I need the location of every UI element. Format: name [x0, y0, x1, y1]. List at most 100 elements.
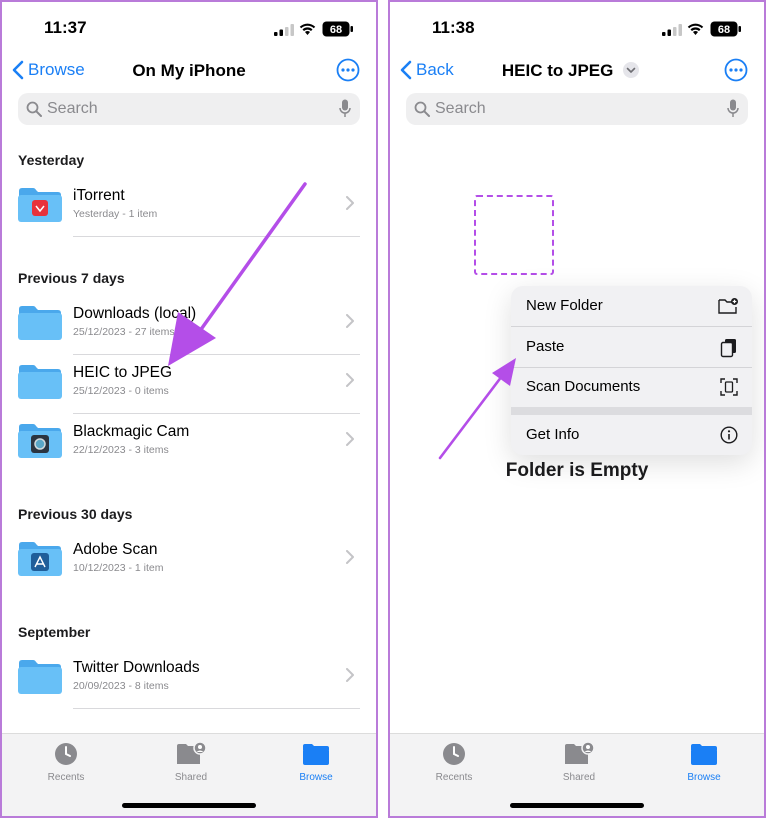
search-icon [414, 101, 430, 117]
page-title-text: HEIC to JPEG [501, 61, 614, 80]
tab-label: Shared [174, 772, 208, 783]
battery-icon: 68 [710, 21, 741, 37]
menu-item-new-folder[interactable]: New Folder [511, 286, 752, 326]
status-bar: 11:38 68 [390, 16, 764, 44]
page-title[interactable]: HEIC to JPEG [390, 61, 764, 81]
search-placeholder: Search [47, 100, 98, 117]
chevron-right-icon [346, 432, 354, 446]
folder-row-adobe-scan[interactable]: Adobe Scan 10/12/2023 - 1 item [2, 533, 376, 591]
wifi-icon [687, 23, 704, 35]
menu-item-label: New Folder [526, 297, 603, 314]
tab-label: Browse [299, 772, 333, 783]
folder-icon [17, 364, 63, 400]
folder-row-itorrent[interactable]: iTorrent Yesterday - 1 item [2, 179, 376, 237]
chevron-right-icon [346, 314, 354, 328]
folder-row-twitter-downloads[interactable]: Twitter Downloads 20/09/2023 - 8 items [2, 651, 376, 709]
folder-meta: 25/12/2023 - 27 items [73, 326, 175, 338]
menu-item-label: Paste [526, 338, 565, 355]
paste-icon [720, 339, 736, 358]
tab-shared[interactable]: Shared [151, 742, 231, 783]
folder-meta: 25/12/2023 - 0 items [73, 385, 169, 397]
long-press-area-highlight [474, 195, 554, 275]
microphone-icon[interactable] [727, 99, 739, 119]
home-indicator [510, 803, 644, 808]
status-time: 11:38 [432, 18, 475, 37]
wifi-icon [299, 23, 316, 35]
folder-meta: 10/12/2023 - 1 item [73, 562, 164, 574]
folder-meta: 20/09/2023 - 8 items [73, 680, 169, 692]
new-folder-icon [718, 298, 738, 314]
search-field[interactable]: Search [18, 93, 360, 125]
menu-group-separator [511, 407, 752, 415]
folder-row-heic-to-jpeg[interactable]: HEIC to JPEG 25/12/2023 - 0 items [2, 356, 376, 414]
folder-name: Blackmagic Cam [73, 423, 190, 440]
chevron-right-icon [346, 668, 354, 682]
navigation-bar: Back HEIC to JPEG [390, 58, 764, 86]
cellular-signal-icon [274, 24, 294, 36]
folder-icon [17, 423, 63, 459]
context-menu: New Folder Paste Scan Documents Get Info [511, 286, 752, 455]
row-divider [73, 413, 360, 414]
chevron-right-icon [346, 373, 354, 387]
more-options-icon[interactable] [724, 58, 748, 82]
row-divider [73, 708, 360, 709]
scan-documents-icon [720, 378, 738, 396]
menu-item-get-info[interactable]: Get Info [511, 415, 752, 455]
tab-browse[interactable]: Browse [664, 742, 744, 783]
tab-shared[interactable]: Shared [539, 742, 619, 783]
folder-icon [17, 305, 63, 341]
menu-item-paste[interactable]: Paste [511, 327, 752, 367]
page-title: On My iPhone [132, 61, 246, 80]
info-icon [720, 426, 738, 444]
tab-recents[interactable]: Recents [414, 742, 494, 783]
chevron-down-icon [623, 62, 640, 78]
folder-meta: 22/12/2023 - 3 items [73, 444, 169, 456]
microphone-icon[interactable] [339, 99, 351, 119]
menu-item-scan-documents[interactable]: Scan Documents [511, 367, 752, 407]
folder-icon [303, 744, 329, 765]
clock-icon [443, 743, 465, 765]
battery-level: 68 [718, 24, 730, 36]
folder-name: HEIC to JPEG [73, 364, 173, 381]
shared-folder-icon [565, 742, 594, 764]
cellular-signal-icon [662, 24, 682, 36]
search-icon [26, 101, 42, 117]
tab-label: Shared [562, 772, 596, 783]
search-field[interactable]: Search [406, 93, 748, 125]
navigation-bar: Browse On My iPhone [2, 58, 376, 86]
folder-name: iTorrent [73, 187, 125, 204]
right-phone-screen: 11:38 68 Back HEIC to JPEG Search Folder… [388, 0, 766, 818]
folder-meta: Yesterday - 1 item [73, 208, 158, 220]
chevron-right-icon [346, 196, 354, 210]
more-options-icon[interactable] [336, 58, 360, 82]
tab-label: Browse [687, 772, 721, 783]
folder-name: Adobe Scan [73, 541, 158, 558]
search-placeholder: Search [435, 100, 486, 117]
empty-folder-message: Folder is Empty [505, 460, 649, 481]
home-indicator [122, 803, 256, 808]
folder-row-downloads-local[interactable]: Downloads (local) 25/12/2023 - 27 items [2, 297, 376, 355]
row-divider [73, 236, 360, 237]
status-time: 11:37 [44, 18, 87, 37]
shared-folder-icon [177, 742, 206, 764]
folder-name: Twitter Downloads [73, 659, 200, 676]
left-phone-screen: 11:37 68 Browse On My iPhone Search Yest… [0, 0, 378, 818]
menu-item-label: Scan Documents [526, 378, 641, 395]
tab-recents[interactable]: Recents [26, 742, 106, 783]
clock-icon [55, 743, 77, 765]
tab-browse[interactable]: Browse [276, 742, 356, 783]
row-divider [73, 354, 360, 355]
folder-icon [17, 541, 63, 577]
folder-name: Downloads (local) [73, 305, 197, 322]
folder-icon [691, 744, 717, 765]
section-header-september: September [18, 624, 91, 640]
menu-item-label: Get Info [526, 426, 580, 443]
chevron-right-icon [346, 550, 354, 564]
tab-label: Recents [47, 772, 85, 783]
folder-row-blackmagic-cam[interactable]: Blackmagic Cam 22/12/2023 - 3 items [2, 415, 376, 473]
battery-icon: 68 [322, 21, 353, 37]
folder-icon [17, 659, 63, 695]
folder-icon [17, 187, 63, 223]
tab-bar: Recents Shared Browse [2, 733, 376, 816]
status-bar: 11:37 68 [2, 16, 376, 44]
